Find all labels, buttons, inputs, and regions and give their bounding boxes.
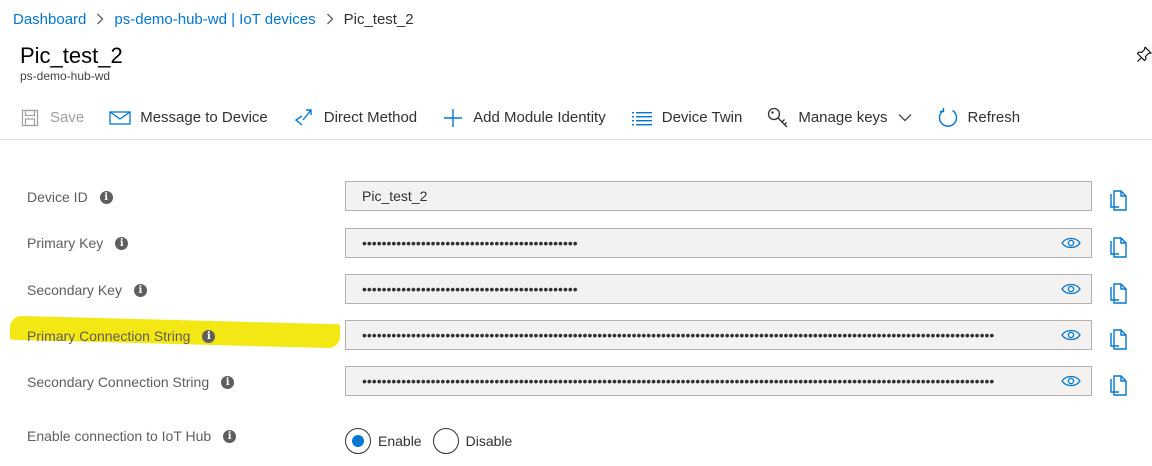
enable-radio[interactable] xyxy=(345,428,371,454)
primary-key-label-text: Primary Key xyxy=(27,235,104,251)
direct-method-label: Direct Method xyxy=(323,109,418,126)
info-icon[interactable]: i xyxy=(115,236,129,250)
primary-connection-string-label: Primary Connection String i xyxy=(27,328,216,344)
secondary-connection-string-label: Secondary Connection String i xyxy=(27,374,235,390)
save-label: Save xyxy=(50,109,85,126)
enable-radio-label: Enable xyxy=(378,433,422,449)
refresh-icon xyxy=(936,106,960,130)
disable-radio[interactable] xyxy=(432,428,459,454)
page-title: Pic_test_2 xyxy=(20,43,123,68)
manage-keys-dropdown[interactable]: Manage keys xyxy=(766,102,911,134)
command-bar: Save Message to Device Direct Method Add… xyxy=(0,96,1152,140)
mail-icon xyxy=(108,106,132,130)
device-id-label-text: Device ID xyxy=(27,189,88,205)
message-to-device-button[interactable]: Message to Device xyxy=(108,102,268,134)
copy-icon[interactable] xyxy=(1108,283,1128,310)
refresh-label: Refresh xyxy=(967,109,1021,126)
info-icon[interactable]: i xyxy=(223,429,237,443)
direct-method-icon xyxy=(292,106,316,130)
enable-connection-label: Enable connection to IoT Hub i xyxy=(27,428,237,444)
device-twin-label: Device Twin xyxy=(661,109,743,126)
radio-selected-dot xyxy=(352,435,364,447)
add-module-identity-label: Add Module Identity xyxy=(473,109,606,126)
pin-icon[interactable] xyxy=(1136,46,1152,67)
copy-icon[interactable] xyxy=(1108,190,1128,217)
chevron-down-icon xyxy=(898,113,912,122)
secondary-connection-string-value: ••••••••••••••••••••••••••••••••••••••••… xyxy=(362,373,995,389)
chevron-right-icon xyxy=(96,13,104,25)
info-icon[interactable]: i xyxy=(202,329,216,343)
message-to-device-label: Message to Device xyxy=(140,109,268,126)
page-subtitle: ps-demo-hub-wd xyxy=(20,69,111,83)
add-module-identity-button[interactable]: Add Module Identity xyxy=(441,102,606,134)
list-icon xyxy=(630,106,654,130)
eye-icon[interactable] xyxy=(1061,282,1081,299)
secondary-key-label-text: Secondary Key xyxy=(27,282,122,298)
chevron-right-icon xyxy=(326,13,334,25)
primary-key-value: ••••••••••••••••••••••••••••••••••••••••… xyxy=(362,235,578,251)
direct-method-button[interactable]: Direct Method xyxy=(292,102,417,134)
device-id-label: Device ID i xyxy=(27,189,113,205)
primary-connection-string-field[interactable]: ••••••••••••••••••••••••••••••••••••••••… xyxy=(345,320,1092,350)
save-button[interactable]: Save xyxy=(18,102,84,134)
secondary-connection-string-field[interactable]: ••••••••••••••••••••••••••••••••••••••••… xyxy=(345,366,1092,396)
primary-connection-string-label-text: Primary Connection String xyxy=(27,328,191,344)
refresh-button[interactable]: Refresh xyxy=(936,102,1021,134)
breadcrumb-current: Pic_test_2 xyxy=(343,10,414,28)
info-icon[interactable]: i xyxy=(99,190,113,204)
save-icon xyxy=(18,106,42,130)
eye-icon[interactable] xyxy=(1061,328,1081,345)
breadcrumb-iot-devices-link[interactable]: ps-demo-hub-wd | IoT devices xyxy=(114,11,315,28)
copy-icon[interactable] xyxy=(1108,375,1128,402)
plus-icon xyxy=(441,106,465,130)
enable-radio-option[interactable]: Enable xyxy=(345,428,422,454)
device-id-value: Pic_test_2 xyxy=(362,188,428,204)
primary-key-field[interactable]: ••••••••••••••••••••••••••••••••••••••••… xyxy=(345,228,1092,258)
primary-connection-string-value: ••••••••••••••••••••••••••••••••••••••••… xyxy=(362,327,995,343)
secondary-key-field[interactable]: ••••••••••••••••••••••••••••••••••••••••… xyxy=(345,274,1092,304)
eye-icon[interactable] xyxy=(1061,374,1081,391)
disable-radio-option[interactable]: Disable xyxy=(432,428,513,454)
primary-key-label: Primary Key i xyxy=(27,235,129,251)
secondary-connection-string-label-text: Secondary Connection String xyxy=(27,374,210,390)
secondary-key-label: Secondary Key i xyxy=(27,282,147,298)
eye-icon[interactable] xyxy=(1061,236,1081,253)
breadcrumb: Dashboard ps-demo-hub-wd | IoT devices P… xyxy=(13,8,414,30)
manage-keys-label: Manage keys xyxy=(798,109,888,126)
enable-connection-label-text: Enable connection to IoT Hub xyxy=(27,428,212,444)
breadcrumb-dashboard-link[interactable]: Dashboard xyxy=(13,11,86,28)
secondary-key-value: ••••••••••••••••••••••••••••••••••••••••… xyxy=(362,281,578,297)
copy-icon[interactable] xyxy=(1108,237,1128,264)
enable-connection-radio-group: Enable Disable xyxy=(345,428,523,454)
copy-icon[interactable] xyxy=(1108,329,1128,356)
info-icon[interactable]: i xyxy=(133,283,147,297)
key-search-icon xyxy=(766,106,790,130)
disable-radio-label: Disable xyxy=(465,433,513,449)
device-twin-button[interactable]: Device Twin xyxy=(630,102,743,134)
info-icon[interactable]: i xyxy=(221,375,235,389)
device-id-field[interactable]: Pic_test_2 xyxy=(345,181,1092,211)
